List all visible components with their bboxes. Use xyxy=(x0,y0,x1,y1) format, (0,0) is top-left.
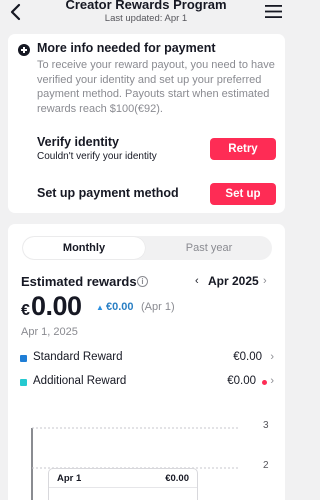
chevron-left-icon[interactable]: ‹ xyxy=(195,275,199,287)
tab-monthly[interactable]: Monthly xyxy=(23,237,145,259)
additional-reward-label: Additional Reward xyxy=(33,375,127,387)
payment-info-title: More info needed for payment xyxy=(37,41,216,55)
tooltip-value: €0.00 xyxy=(165,473,189,484)
standard-reward-label: Standard Reward xyxy=(33,351,123,363)
standard-reward-row[interactable]: Standard Reward €0.00 › xyxy=(20,351,274,367)
y-tick-label: 3 xyxy=(263,420,269,431)
standard-reward-value: €0.00 xyxy=(233,351,262,363)
chevron-right-icon[interactable]: › xyxy=(263,275,267,287)
standard-reward-swatch xyxy=(20,355,27,362)
y-tick-label: 2 xyxy=(263,460,269,471)
payment-info-description: To receive your reward payout, you need … xyxy=(37,59,275,115)
payment-method-title: Set up payment method xyxy=(37,186,179,200)
payment-info-card: More info needed for payment To receive … xyxy=(8,34,285,213)
top-bar: Creator Rewards Program Last updated: Ap… xyxy=(0,0,292,26)
estimated-rewards-title: Estimated rewards xyxy=(21,274,137,289)
verify-identity-status: Couldn't verify your identity xyxy=(37,151,157,162)
tooltip-date: Apr 1 xyxy=(57,473,82,484)
chevron-right-icon: › xyxy=(270,375,274,387)
additional-reward-value: €0.00 xyxy=(227,375,256,387)
additional-reward-row[interactable]: Additional Reward €0.00 › xyxy=(20,375,274,391)
triangle-up-icon: ▲ xyxy=(96,303,104,312)
rewards-change-date: (Apr 1) xyxy=(141,301,175,313)
page-title: Creator Rewards Program xyxy=(65,0,227,12)
chart-tooltip: Apr 1 €0.00 xyxy=(48,468,198,500)
plus-circle-icon xyxy=(18,44,30,56)
set-up-button[interactable]: Set up xyxy=(210,183,276,205)
rewards-amount: 0.00 xyxy=(31,291,82,321)
rewards-change: €0.00 xyxy=(106,301,134,313)
tooltip-divider xyxy=(49,487,197,488)
month-selector[interactable]: Apr 2025 xyxy=(208,274,259,288)
period-toggle: Monthly Past year xyxy=(22,236,272,260)
info-icon[interactable]: i xyxy=(137,276,148,287)
alert-dot xyxy=(262,380,267,385)
rewards-date: Apr 1, 2025 xyxy=(21,326,78,338)
chevron-right-icon: › xyxy=(270,351,274,363)
tab-past-year[interactable]: Past year xyxy=(147,237,271,259)
currency-symbol: € xyxy=(21,302,30,319)
last-updated-text: Last updated: Apr 1 xyxy=(104,13,188,24)
estimated-rewards-card: Monthly Past year Estimated rewards i ‹ … xyxy=(8,224,285,500)
verify-identity-title: Verify identity xyxy=(37,135,119,149)
retry-button[interactable]: Retry xyxy=(210,138,276,160)
additional-reward-swatch xyxy=(20,379,27,386)
menu-icon[interactable] xyxy=(265,5,282,18)
